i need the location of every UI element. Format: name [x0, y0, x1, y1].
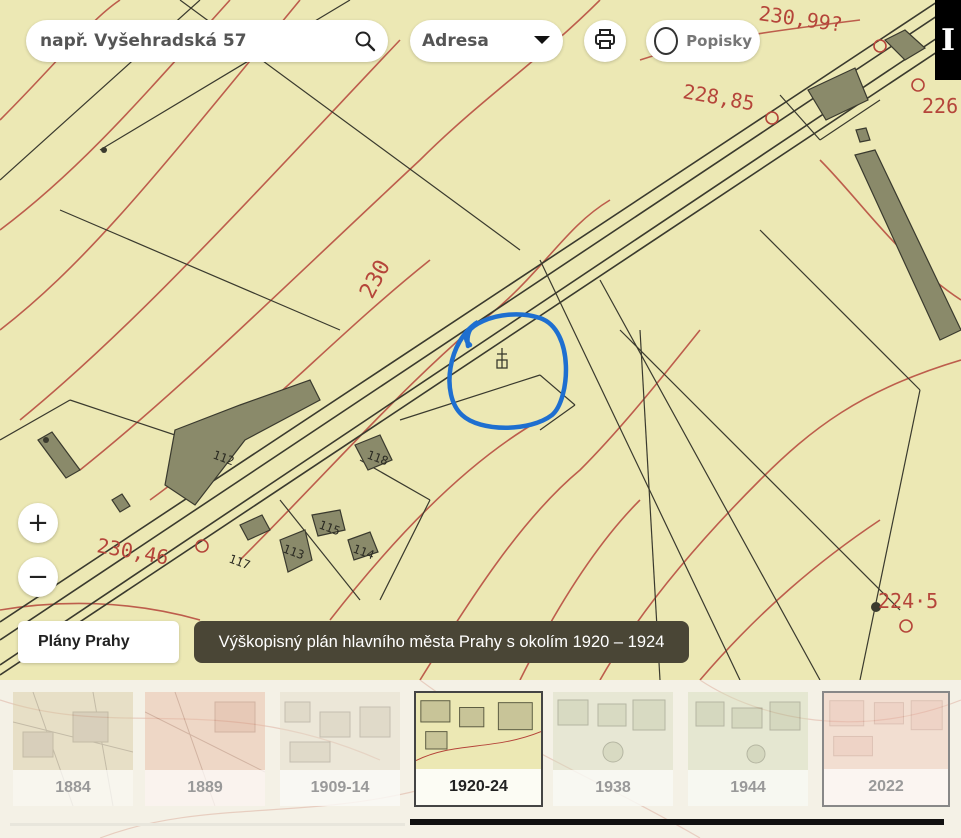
chevron-down-icon: [533, 31, 551, 51]
map-canvas: 230,99? 228,85 226 230 230,46 224·5 112 …: [0, 0, 961, 680]
print-button[interactable]: [584, 20, 626, 62]
timeline-strip: 1884 1889 1909-14 1920-24 1938 1944 2022: [0, 680, 961, 838]
labels-toggle-label: Popisky: [686, 32, 752, 50]
corner-badge[interactable]: I: [935, 0, 961, 80]
timeline-item-2022[interactable]: 2022: [822, 691, 950, 807]
address-select[interactable]: Adresa: [410, 20, 563, 62]
elevation-label: 224·5: [878, 589, 938, 613]
search-icon[interactable]: [354, 30, 376, 52]
timeline-item-1889[interactable]: 1889: [145, 692, 265, 806]
timeline-item-1944[interactable]: 1944: [688, 692, 808, 806]
map-title: Výškopisný plán hlavního města Prahy s o…: [194, 621, 689, 663]
timeline-year: 2022: [824, 769, 948, 805]
timeline-year: 1884: [13, 770, 133, 806]
timeline-item-1938[interactable]: 1938: [553, 692, 673, 806]
timeline-item-1920-24[interactable]: 1920-24: [414, 691, 543, 807]
address-select-label: Adresa: [422, 31, 489, 51]
historic-map[interactable]: 230,99? 228,85 226 230 230,46 224·5 112 …: [0, 0, 961, 680]
timeline-year: 1920-24: [416, 769, 541, 805]
search-box[interactable]: [26, 20, 388, 62]
timeline-year: 1938: [553, 770, 673, 806]
layer-button[interactable]: Plány Prahy: [18, 621, 179, 663]
elevation-label: 226: [922, 94, 958, 118]
search-input[interactable]: [38, 30, 354, 52]
toggle-circle-icon[interactable]: [654, 27, 679, 55]
timeline-item-1909-14[interactable]: 1909-14: [280, 692, 400, 806]
zoom-out-button[interactable]: −: [18, 557, 58, 597]
scroll-thumb[interactable]: [410, 819, 944, 825]
timeline-year: 1889: [145, 770, 265, 806]
scroll-track[interactable]: [10, 823, 405, 826]
labels-toggle[interactable]: Popisky: [646, 20, 760, 62]
timeline-year: 1909-14: [280, 770, 400, 806]
timeline-item-1884[interactable]: 1884: [13, 692, 133, 806]
timeline-year: 1944: [688, 770, 808, 806]
printer-icon: [594, 28, 616, 54]
zoom-in-button[interactable]: +: [18, 503, 58, 543]
